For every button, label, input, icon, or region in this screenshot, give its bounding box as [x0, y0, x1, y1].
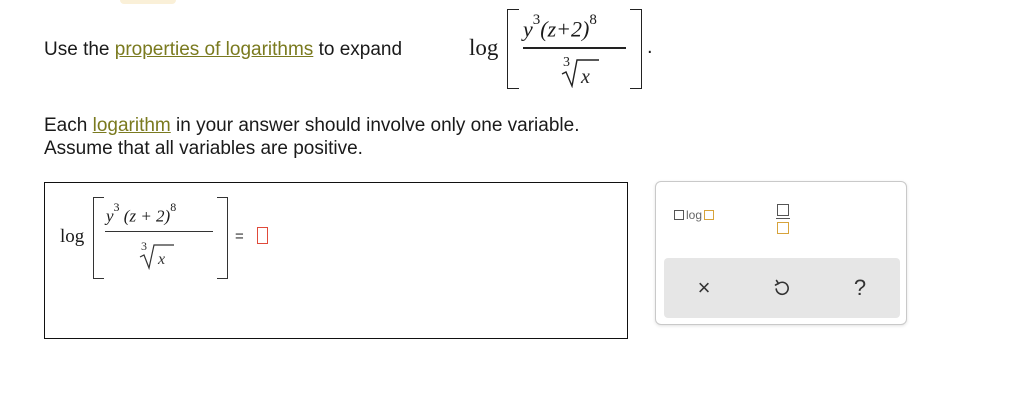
- numerator-paren: (z+2): [540, 16, 590, 42]
- question-prefix: Use the: [44, 39, 115, 60]
- answer-numerator-base: y: [106, 206, 114, 226]
- fraction-template-icon: [777, 204, 789, 216]
- fraction-denominator-placeholder-icon: [777, 222, 789, 234]
- radicand: x: [580, 66, 590, 88]
- answer-box[interactable]: log y3 (z + 2)8 3 x =: [44, 182, 628, 339]
- answer-numerator-paren: (z + 2): [123, 206, 171, 226]
- answer-numerator-base-exponent: 3: [113, 200, 120, 214]
- expression-denominator: 3 x: [560, 52, 600, 89]
- root-index: 3: [563, 55, 570, 70]
- log-template-icon: [674, 210, 684, 220]
- question-suffix: to expand: [313, 39, 403, 60]
- clear-button[interactable]: ×: [690, 274, 718, 302]
- instruction-prefix: Each: [44, 115, 93, 136]
- undo-button[interactable]: [768, 274, 796, 302]
- answer-equals: =: [235, 228, 244, 245]
- fraction-bar: [523, 47, 626, 49]
- help-button[interactable]: ?: [846, 274, 874, 302]
- top-tab-indicator: [120, 0, 176, 4]
- answer-fraction-bar: [105, 231, 213, 232]
- undo-icon: [774, 279, 789, 296]
- help-icon: ?: [853, 275, 867, 300]
- instruction-suffix: in your answer should involve only one v…: [170, 115, 580, 136]
- right-bracket: [630, 9, 642, 89]
- properties-of-logarithms-link[interactable]: properties of logarithms: [115, 39, 314, 60]
- answer-cube-root-sign: 3 x: [139, 239, 174, 271]
- answer-input[interactable]: [257, 227, 268, 244]
- answer-radicand: x: [157, 251, 165, 268]
- question-text: Use the properties of logarithms to expa…: [44, 38, 402, 62]
- answer-log: log: [60, 226, 85, 247]
- numerator-paren-exponent: 8: [589, 12, 597, 28]
- expression-numerator: y3(z+2)8: [523, 12, 597, 42]
- instruction-line-1: Each logarithm in your answer should inv…: [44, 114, 579, 137]
- palette-action-bar: × ?: [664, 258, 900, 318]
- logarithm-link[interactable]: logarithm: [93, 115, 171, 136]
- fraction-template-button[interactable]: [776, 202, 790, 238]
- clear-icon: ×: [697, 275, 711, 300]
- log-template-button[interactable]: log: [674, 208, 715, 222]
- left-bracket: [507, 9, 519, 89]
- instruction-line-2: Assume that all variables are positive.: [44, 138, 363, 159]
- fraction-template-bar: [776, 218, 790, 220]
- numerator-base-exponent: 3: [532, 12, 541, 28]
- answer-root-index: 3: [141, 239, 147, 253]
- instructions: Each logarithm in your answer should inv…: [44, 114, 579, 160]
- log-argument-placeholder-icon: [704, 210, 715, 220]
- cube-root-sign: 3 x: [561, 55, 599, 89]
- answer-left-bracket: [93, 197, 104, 279]
- math-palette: log × ?: [655, 181, 907, 325]
- answer-numerator-paren-exponent: 8: [170, 200, 177, 214]
- answer-denominator: 3 x: [139, 237, 175, 271]
- expression-log: log: [469, 35, 499, 60]
- answer-right-bracket: [217, 197, 228, 279]
- question-period: .: [647, 36, 653, 58]
- answer-numerator: y3 (z + 2)8: [106, 200, 176, 227]
- log-template-label: log: [686, 208, 703, 222]
- numerator-base: y: [523, 16, 533, 42]
